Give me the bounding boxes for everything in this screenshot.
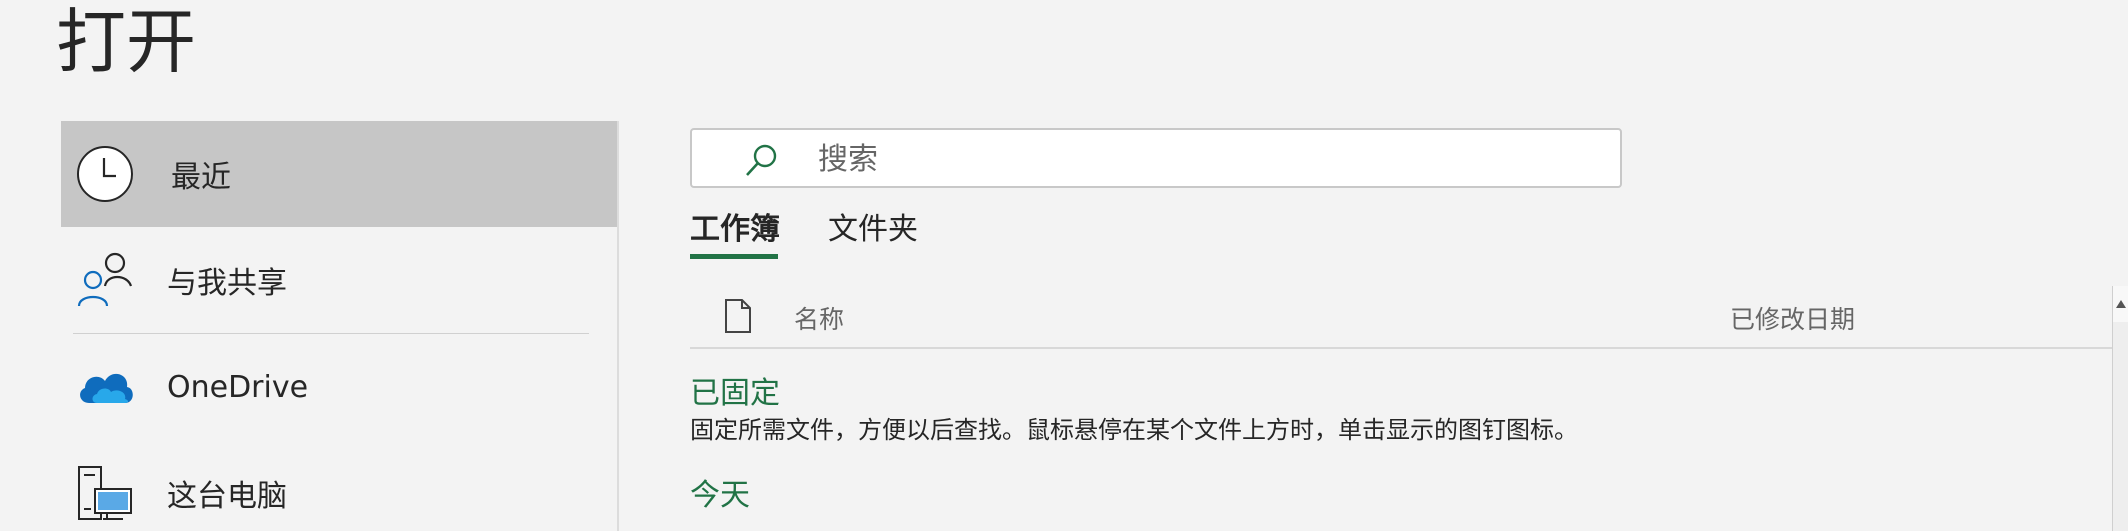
scroll-thumb[interactable]: [2113, 322, 2128, 531]
pinned-description: 固定所需文件，方便以后查找。鼠标悬停在某个文件上方时，单击显示的图钉图标。: [690, 416, 1578, 444]
section-title-today: 今天: [690, 478, 750, 513]
page-title: 打开: [56, 1, 196, 83]
active-tab-indicator: [690, 254, 778, 259]
file-list-header: 名称 已修改日期: [690, 290, 2128, 347]
search-box[interactable]: [690, 128, 1622, 188]
nav-item-label: 与我共享: [167, 266, 287, 301]
file-icon[interactable]: [724, 298, 752, 334]
nav-item-onedrive[interactable]: OneDrive: [61, 334, 617, 440]
column-header-modified[interactable]: 已修改日期: [1730, 300, 1855, 336]
search-icon: [746, 144, 777, 176]
this-pc-icon: [78, 466, 132, 520]
nav-item-shared-with-me[interactable]: 与我共享: [61, 227, 617, 333]
tab-workbooks[interactable]: 工作簿: [690, 204, 780, 248]
list-scrollbar[interactable]: [2112, 286, 2128, 531]
section-title-pinned: 已固定: [690, 376, 780, 411]
shared-people-icon: [77, 252, 133, 307]
nav-item-label: OneDrive: [167, 369, 309, 405]
search-input[interactable]: [816, 138, 1600, 180]
nav-separator: [617, 121, 619, 531]
nav-item-recent[interactable]: 最近: [61, 121, 617, 227]
header-divider: [690, 347, 2128, 349]
location-nav: 最近 与我共享 OneDrive 这台电脑: [61, 121, 617, 531]
open-backstage-page: 打开 最近 与我共享 OneDrive 这台电脑 搜索 工作簿 文件夹 名称 已…: [0, 0, 2128, 531]
clock-icon: [77, 146, 133, 202]
onedrive-cloud-icon: [80, 373, 133, 403]
tab-folders[interactable]: 文件夹: [828, 204, 918, 248]
column-header-name[interactable]: 名称: [794, 300, 844, 336]
scroll-up-arrow-icon[interactable]: [2115, 288, 2127, 318]
nav-item-this-pc[interactable]: 这台电脑: [61, 440, 617, 531]
nav-item-label: 最近: [171, 160, 231, 195]
nav-item-label: 这台电脑: [167, 479, 287, 514]
